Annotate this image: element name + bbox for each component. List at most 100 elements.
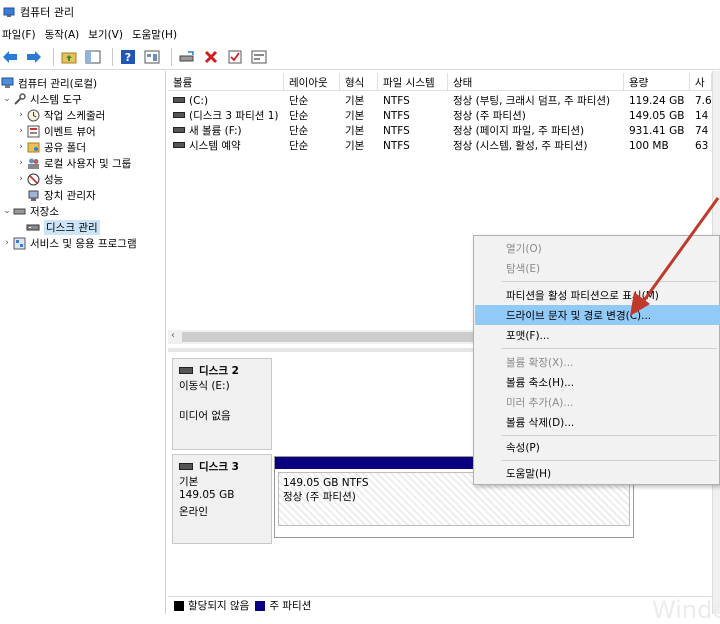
chevron-right-icon[interactable]: › bbox=[16, 158, 26, 168]
menu-action[interactable]: 동작(A) bbox=[43, 27, 87, 42]
title-bar: 컴퓨터 관리 bbox=[0, 0, 720, 24]
tree-item-root[interactable]: 컴퓨터 관리(로컬) bbox=[0, 75, 97, 91]
console-icon[interactable] bbox=[249, 47, 269, 67]
chevron-right-icon[interactable]: › bbox=[16, 174, 26, 184]
disk-state: 미디어 없음 bbox=[179, 410, 231, 422]
menu-item-delete-volume[interactable]: 볼륨 삭제(D)... bbox=[475, 412, 720, 432]
tree-item-services[interactable]: › 서비스 및 응용 프로그램 bbox=[2, 235, 137, 251]
volume-type: 기본 bbox=[345, 95, 365, 107]
window-title: 컴퓨터 관리 bbox=[20, 6, 75, 19]
column-header-free[interactable]: 사 bbox=[690, 73, 712, 91]
volume-layout: 단순 bbox=[289, 110, 309, 122]
tree-item-device-manager[interactable]: 장치 관리자 bbox=[26, 187, 96, 203]
menu-file[interactable]: 파일(F) bbox=[0, 27, 43, 42]
volume-row[interactable]: (디스크 3 파티션 1) 단순 기본 NTFS 정상 (주 파티션) 149.… bbox=[168, 108, 712, 123]
legend: 할당되지 않음 주 파티션 bbox=[168, 596, 712, 614]
disk-2-info[interactable]: 디스크 2 이동식 (E:) 미디어 없음 bbox=[172, 358, 272, 450]
column-header-capacity[interactable]: 용량 bbox=[624, 73, 690, 91]
chevron-right-icon[interactable]: › bbox=[2, 238, 12, 248]
column-header-volume[interactable]: 볼륨 bbox=[168, 73, 284, 91]
tree-item-system-tools[interactable]: ⌄ 시스템 도구 bbox=[2, 91, 82, 107]
volume-type: 기본 bbox=[345, 125, 365, 137]
tree-item-local-users[interactable]: › 로컬 사용자 및 그룹 bbox=[16, 155, 131, 171]
tree-item-label: 장치 관리자 bbox=[44, 189, 96, 202]
volume-name: 시스템 예약 bbox=[189, 140, 241, 152]
tree-item-shared-folders[interactable]: › 공유 폴더 bbox=[16, 139, 86, 155]
delete-icon[interactable] bbox=[201, 47, 221, 67]
shared-folder-icon bbox=[26, 140, 40, 154]
volume-icon bbox=[173, 112, 185, 118]
volume-status: 정상 (주 파티션) bbox=[453, 110, 526, 122]
chevron-down-icon[interactable]: ⌄ bbox=[2, 94, 12, 104]
menu-item-open[interactable]: 열기(O) bbox=[475, 238, 720, 258]
volume-row[interactable]: (C:) 단순 기본 NTFS 정상 (부팅, 크래시 덤프, 주 파티션) 1… bbox=[168, 93, 712, 108]
tree-item-label: 이벤트 뷰어 bbox=[44, 125, 96, 138]
tree-item-label: 서비스 및 응용 프로그램 bbox=[30, 237, 137, 250]
disk-name: 디스크 3 bbox=[199, 461, 239, 473]
disk-size: 149.05 GB bbox=[179, 489, 235, 501]
tree-item-task-scheduler[interactable]: › 작업 스케줄러 bbox=[16, 107, 105, 123]
disk-3-info[interactable]: 디스크 3 기본 149.05 GB 온라인 bbox=[172, 454, 272, 544]
tree-item-performance[interactable]: › 성능 bbox=[16, 171, 63, 187]
scrollbar-thumb[interactable] bbox=[182, 332, 482, 342]
menu-item-mark-active[interactable]: 파티션을 활성 파티션으로 표시(M) bbox=[475, 285, 720, 305]
scroll-left-icon[interactable]: ‹ bbox=[171, 330, 175, 341]
column-header-file-system[interactable]: 파일 시스템 bbox=[378, 73, 448, 91]
chevron-right-icon[interactable]: › bbox=[16, 126, 26, 136]
column-header-status[interactable]: 상태 bbox=[448, 73, 624, 91]
menu-separator bbox=[502, 435, 717, 436]
disk-kind: 기본 bbox=[179, 476, 199, 488]
help-icon[interactable]: ? bbox=[118, 47, 138, 67]
menu-item-format[interactable]: 포맷(F)... bbox=[475, 325, 720, 345]
properties-icon[interactable] bbox=[142, 47, 162, 67]
menu-item-explore[interactable]: 탐색(E) bbox=[475, 258, 720, 278]
menu-help[interactable]: 도움말(H) bbox=[130, 27, 184, 42]
volume-status: 정상 (부팅, 크래시 덤프, 주 파티션) bbox=[453, 95, 611, 107]
menu-item-help[interactable]: 도움말(H) bbox=[475, 463, 720, 483]
disk-name: 디스크 2 bbox=[199, 365, 239, 377]
volume-file-system: NTFS bbox=[383, 109, 410, 122]
toolbar-separator bbox=[53, 47, 54, 66]
volume-list-header: 볼륨 레이아웃 형식 파일 시스템 상태 용량 사 bbox=[168, 73, 712, 91]
menu-item-properties[interactable]: 속성(P) bbox=[475, 437, 720, 457]
clock-icon bbox=[26, 108, 40, 122]
computer-management-icon bbox=[3, 7, 15, 17]
navigation-tree: 컴퓨터 관리(로컬) ⌄ 시스템 도구 › 작업 스케줄러 › 이벤트 뷰어 ›… bbox=[0, 71, 166, 614]
volume-layout: 단순 bbox=[289, 95, 309, 107]
up-folder-icon[interactable] bbox=[59, 47, 79, 67]
chevron-right-icon[interactable]: › bbox=[16, 142, 26, 152]
tree-item-label: 저장소 bbox=[30, 205, 59, 218]
menu-item-extend-volume[interactable]: 볼륨 확장(X)... bbox=[475, 352, 720, 372]
tree-item-storage[interactable]: ⌄ 저장소 bbox=[2, 203, 59, 219]
volume-layout: 단순 bbox=[289, 125, 309, 137]
check-icon[interactable] bbox=[225, 47, 245, 67]
column-header-layout[interactable]: 레이아웃 bbox=[284, 73, 340, 91]
tree-item-label: 공유 폴더 bbox=[44, 141, 86, 154]
volume-capacity: 149.05 GB bbox=[629, 109, 685, 122]
volume-file-system: NTFS bbox=[383, 139, 410, 152]
column-header-type[interactable]: 형식 bbox=[340, 73, 378, 91]
menu-item-change-drive-letter[interactable]: 드라이브 문자 및 경로 변경(C)... bbox=[475, 305, 720, 325]
toolbar: ? bbox=[0, 44, 720, 70]
chevron-right-icon[interactable]: › bbox=[16, 110, 26, 120]
chevron-down-icon[interactable]: ⌄ bbox=[2, 206, 12, 216]
volume-file-system: NTFS bbox=[383, 124, 410, 137]
menu-view[interactable]: 보기(V) bbox=[86, 27, 130, 42]
disk-icon bbox=[179, 463, 193, 470]
show-tree-icon[interactable] bbox=[83, 47, 103, 67]
performance-icon bbox=[26, 172, 40, 186]
storage-icon bbox=[12, 204, 26, 218]
tree-item-event-viewer[interactable]: › 이벤트 뷰어 bbox=[16, 123, 96, 139]
volume-row[interactable]: 새 볼륨 (F:) 단순 기본 NTFS 정상 (페이지 파일, 주 파티션) … bbox=[168, 123, 712, 138]
forward-arrow-icon[interactable] bbox=[24, 47, 44, 67]
disk-state: 온라인 bbox=[179, 506, 208, 518]
disk-management-icon bbox=[26, 220, 40, 234]
back-arrow-icon[interactable] bbox=[0, 47, 20, 67]
menu-item-add-mirror[interactable]: 미러 추가(A)... bbox=[475, 392, 720, 412]
volume-row[interactable]: 시스템 예약 단순 기본 NTFS 정상 (시스템, 활성, 주 파티션) 10… bbox=[168, 138, 712, 153]
connect-disk-icon[interactable] bbox=[177, 47, 197, 67]
disk-kind: 이동식 (E:) bbox=[179, 380, 230, 392]
tree-item-disk-management[interactable]: 디스크 관리 bbox=[26, 219, 100, 235]
menu-item-shrink-volume[interactable]: 볼륨 축소(H)... bbox=[475, 372, 720, 392]
tree-item-label: 성능 bbox=[44, 173, 64, 186]
